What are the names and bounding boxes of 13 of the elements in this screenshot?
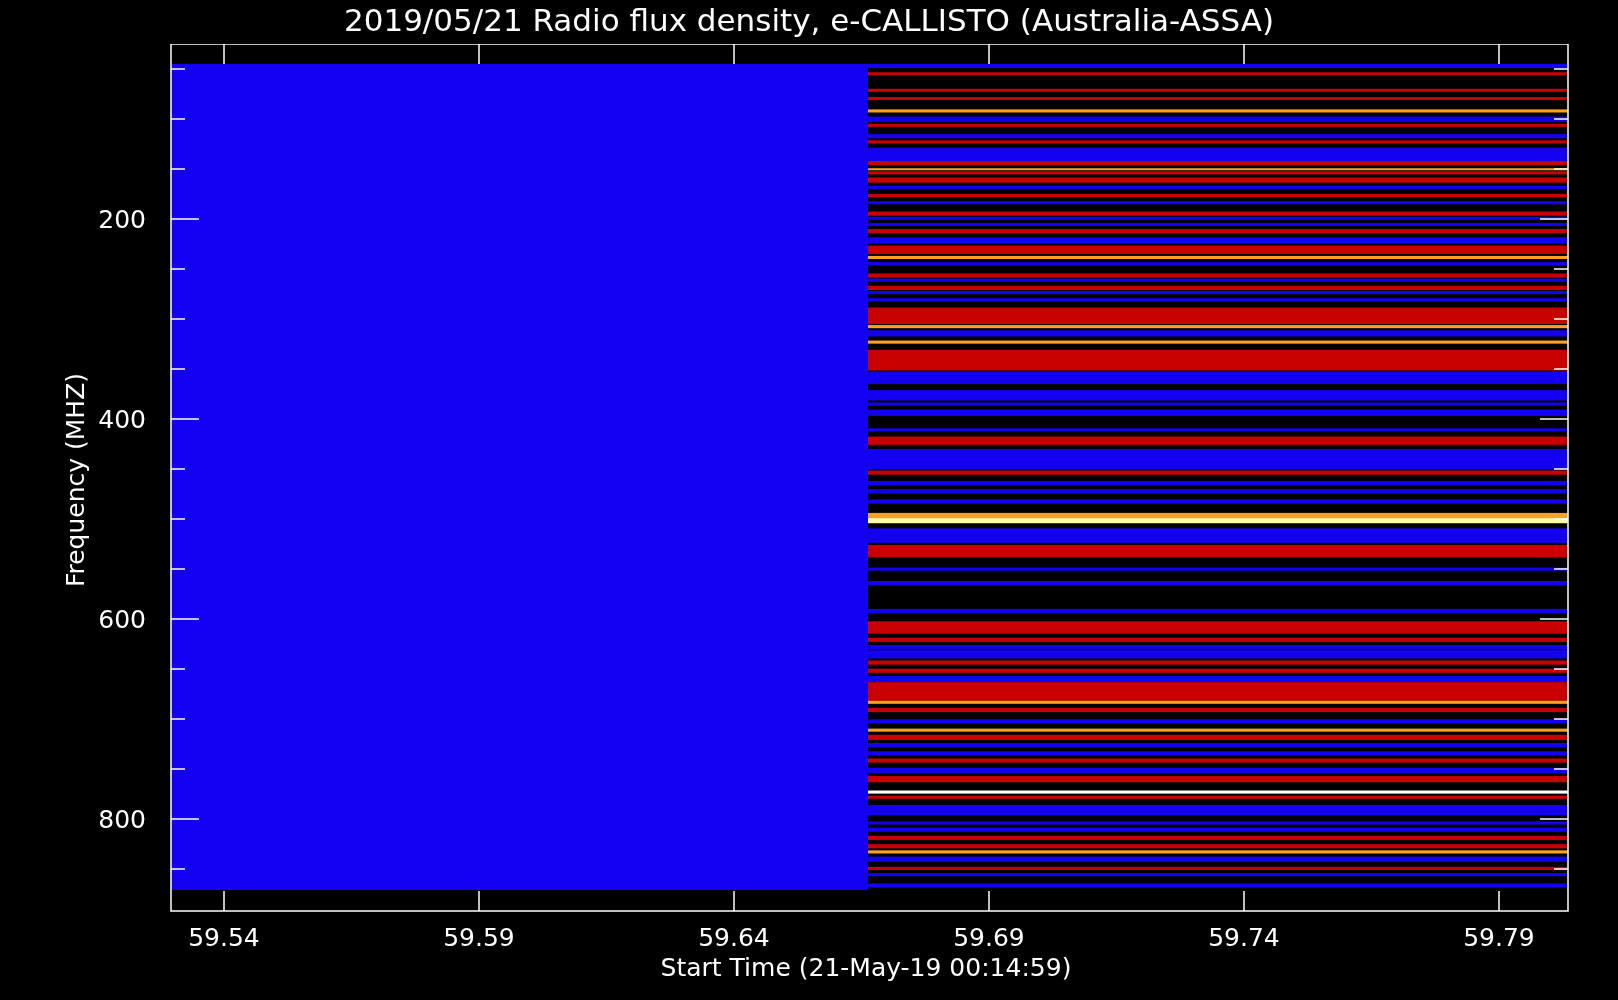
tick-label: 59.59 [443,923,515,952]
tick-label: 59.69 [953,923,1025,952]
tick-label: 59.79 [1463,923,1535,952]
axis-label: Frequency (MHZ) [61,372,90,588]
tick-label: 59.54 [188,923,260,952]
chart-title: 2019/05/21 Radio flux density, e-CALLISTO (Australia-ASSA) [343,1,1275,40]
axis-label: Start Time (21-May-19 00:14:59) [660,953,1072,982]
tick-label: 400 [98,405,146,434]
tick-label: 59.74 [1208,923,1280,952]
tick-label: 59.64 [698,923,770,952]
tick-label: 600 [98,605,146,634]
tick-label: 200 [98,205,146,234]
tick-label: 800 [98,805,146,834]
